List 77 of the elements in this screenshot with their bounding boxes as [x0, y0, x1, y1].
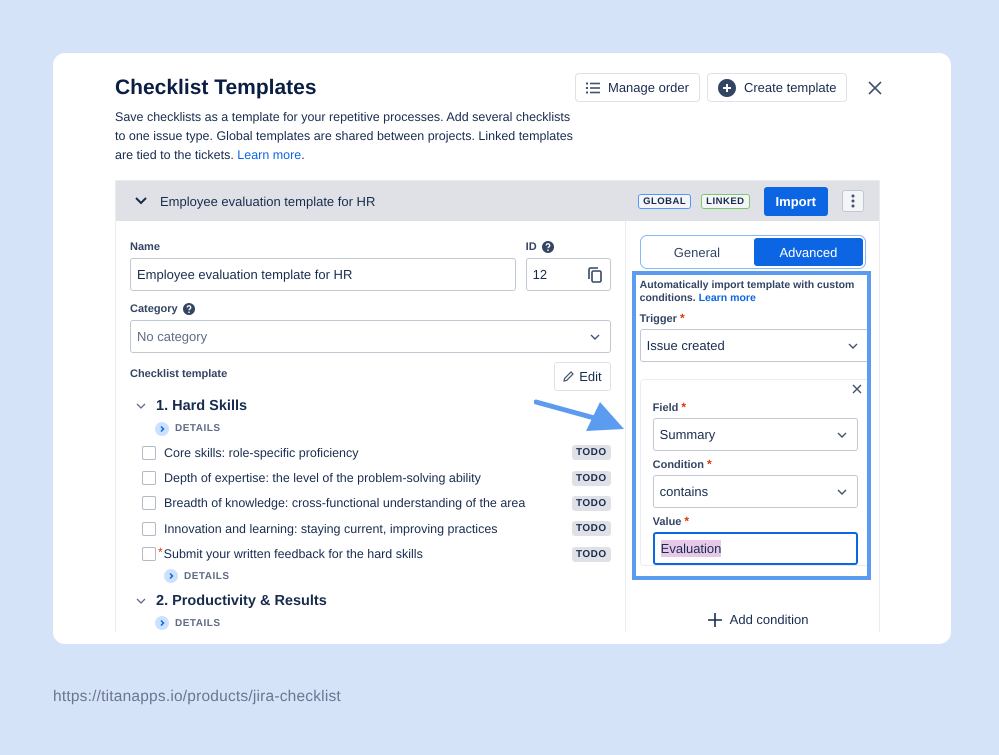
details-toggle[interactable]: DETAILS: [130, 566, 611, 586]
chevron-right-icon: [155, 616, 169, 630]
field-label: Condition: [652, 459, 704, 471]
section-title: 1. Hard Skills: [156, 398, 248, 414]
status-lozenge[interactable]: TODO: [572, 546, 611, 562]
status-lozenge[interactable]: TODO: [572, 470, 611, 486]
dialog-title: Checklist Templates: [115, 76, 318, 100]
manage-order-button[interactable]: Manage order: [575, 73, 700, 102]
id-label: ID: [526, 241, 537, 253]
help-icon[interactable]: [182, 303, 195, 315]
intro-text: Automatically import template with custom conditions. Learn more: [640, 279, 856, 305]
chevron-down-icon: [836, 488, 847, 494]
checklist-item-text: Core skills: role-specific proficiency: [164, 446, 360, 460]
status-badge: GLOBAL: [638, 194, 692, 208]
chevron-down-icon: [848, 342, 858, 348]
template-title: Employee evaluation template for HR: [160, 194, 376, 208]
required-mark: *: [158, 544, 163, 559]
page-url: https://titanapps.io/products/jira-checklist: [53, 688, 342, 706]
trigger-select[interactable]: Issue created: [640, 329, 867, 362]
close-icon[interactable]: [852, 384, 862, 394]
required-mark: *: [681, 400, 686, 414]
chevron-down-icon[interactable]: [136, 598, 146, 604]
chevron-down-icon: [590, 334, 600, 340]
import-button[interactable]: Import: [764, 186, 828, 216]
learn-more-link[interactable]: Learn more: [698, 292, 756, 304]
checklist-item-text: Submit your written feedback for the hard skills: [164, 547, 424, 562]
chevron-down-icon: [836, 432, 847, 438]
more-icon: [851, 194, 855, 208]
help-icon[interactable]: [542, 241, 554, 253]
checkbox[interactable]: [142, 471, 156, 486]
checklist-item-text: Innovation and learning: staying current, improving practices: [164, 522, 499, 536]
checkbox[interactable]: [142, 446, 156, 460]
status-lozenge[interactable]: TODO: [572, 521, 611, 536]
name-label: Name: [130, 241, 161, 253]
checklist-item-text: Breadth of knowledge: cross-functional understanding of the area: [164, 496, 526, 510]
chevron-right-icon: [164, 569, 178, 584]
learn-more-link[interactable]: Learn more: [237, 148, 302, 162]
value-field[interactable]: Evaluation: [652, 532, 858, 565]
id-field[interactable]: 12: [526, 258, 611, 291]
checklist-item-text: Depth of expertise: the level of the problem-solving ability: [164, 471, 482, 486]
condition-select[interactable]: contains: [652, 475, 858, 508]
copy-icon[interactable]: [588, 266, 602, 282]
details-toggle[interactable]: DETAILS: [130, 612, 611, 632]
chevron-down-icon[interactable]: [136, 403, 146, 409]
checkbox[interactable]: [142, 522, 156, 536]
condition-select[interactable]: Summary: [652, 418, 858, 451]
status-badge: LINKED: [701, 194, 750, 208]
category-label: Category: [130, 303, 178, 315]
plus-circle-icon: [718, 78, 736, 96]
close-icon[interactable]: [868, 81, 882, 95]
trigger-label: Trigger: [640, 313, 677, 325]
name-field[interactable]: Employee evaluation template for HR: [130, 258, 516, 291]
field-label: Field: [652, 402, 678, 414]
field-label: Value: [652, 516, 682, 528]
create-template-button[interactable]: Create template: [706, 73, 848, 102]
description-text: Save checklists as a template for your repetitive processes. Add several checklists to one issue type. Global templates are shared between projects. Linked templates are tied to the tickets. Learn more.: [115, 109, 574, 164]
required-mark: *: [707, 457, 712, 471]
checkbox[interactable]: [142, 496, 156, 510]
details-toggle[interactable]: DETAILS: [130, 417, 611, 440]
plus-icon: [708, 612, 722, 626]
status-lozenge[interactable]: TODO: [572, 445, 611, 460]
section-title: 2. Productivity & Results: [156, 592, 327, 609]
chevron-right-icon: [155, 422, 169, 436]
required-mark: *: [684, 514, 690, 528]
edit-button[interactable]: Edit: [554, 362, 611, 391]
add-condition-button[interactable]: Add condition: [702, 611, 814, 628]
required-mark: *: [680, 311, 685, 325]
chevron-down-icon[interactable]: [135, 197, 147, 205]
tab[interactable]: Advanced: [754, 238, 863, 266]
list-icon: [586, 82, 600, 94]
arrow-icon: [534, 398, 626, 432]
checkbox[interactable]: [142, 547, 156, 562]
category-select[interactable]: No category: [130, 320, 611, 353]
pencil-icon: [563, 371, 574, 382]
more-button[interactable]: [842, 190, 864, 212]
status-lozenge[interactable]: TODO: [572, 496, 611, 511]
checklist-template-label: Checklist template: [130, 368, 228, 380]
